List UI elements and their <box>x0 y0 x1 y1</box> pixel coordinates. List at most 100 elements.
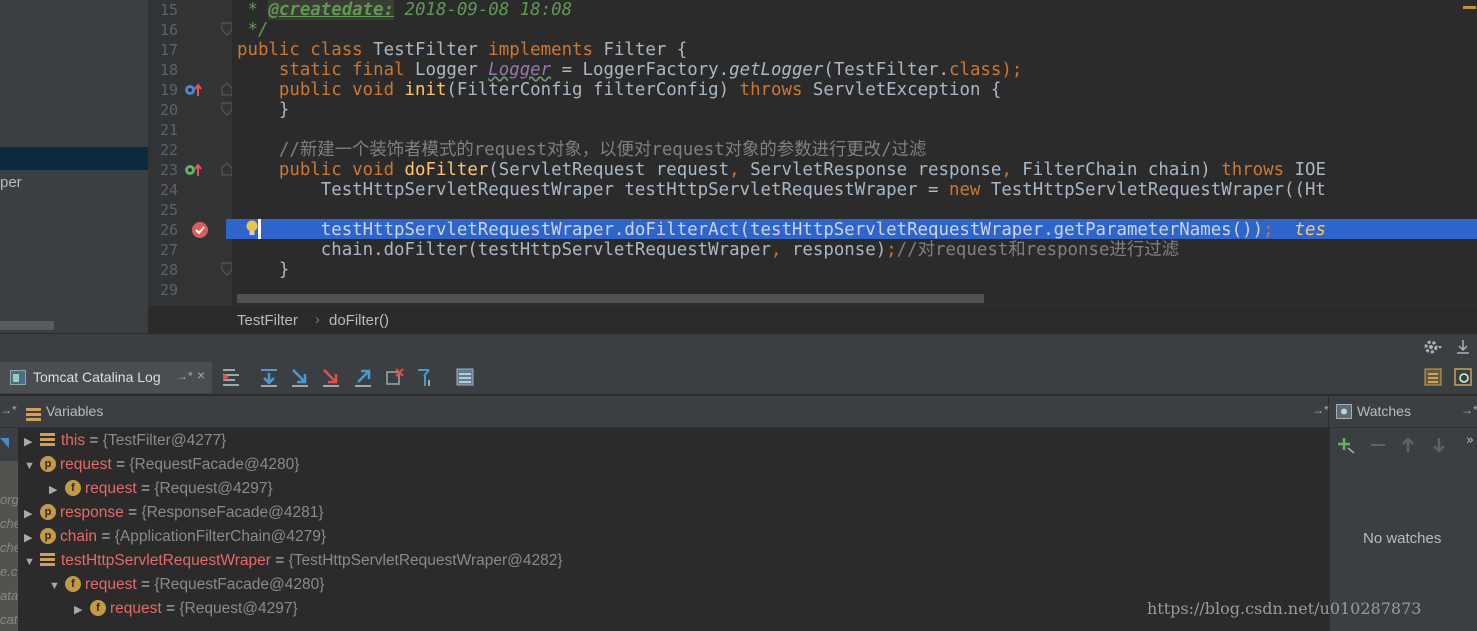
line-number: 18 <box>159 61 178 79</box>
code-line-22: //新建一个装饰者模式的request对象，以便对request对象的参数进行更… <box>237 140 927 160</box>
field-icon: f <box>65 479 81 496</box>
object-icon <box>40 553 55 567</box>
filter-icon[interactable] <box>0 438 9 448</box>
code-line-24: TestHttpServletRequestWraper testHttpSer… <box>237 180 1326 200</box>
variables-title: Variables <box>46 403 104 419</box>
variable-row-chain[interactable]: ▶ p chain = {ApplicationFilterChain@4279} <box>24 525 326 549</box>
hide-panel-icon[interactable] <box>1455 338 1471 356</box>
project-scrollbar[interactable] <box>0 321 54 330</box>
variable-row-wrapper-request-request[interactable]: ▶ f request = {Request@4297} <box>74 597 298 621</box>
breadcrumb-class[interactable]: TestFilter <box>237 312 298 329</box>
line-number: 23 <box>159 161 178 179</box>
remove-watch-icon[interactable] <box>1368 435 1388 455</box>
add-watch-icon[interactable] <box>1336 435 1356 455</box>
move-up-icon[interactable] <box>1400 435 1416 455</box>
variable-row-request-field[interactable]: ▶ f request = {Request@4297} <box>49 477 273 501</box>
watches-pin-icon[interactable]: →* <box>1461 403 1477 417</box>
variables-icon <box>26 405 41 421</box>
line-number: 27 <box>159 241 178 259</box>
no-watches-text: No watches <box>1363 530 1442 547</box>
expand-arrow-icon[interactable]: ▶ <box>24 502 38 526</box>
collapse-arrow-icon[interactable]: ▼ <box>24 550 38 574</box>
expand-arrow-icon[interactable]: ▶ <box>24 430 38 454</box>
line-number: 26 <box>159 221 178 239</box>
run-to-cursor-icon[interactable] <box>415 366 437 388</box>
debug-tool-window-header <box>0 333 1477 362</box>
watches-panel-header: Watches →* <box>1329 396 1477 428</box>
variable-row-response[interactable]: ▶ p response = {ResponseFacade@4281} <box>24 501 324 525</box>
parameter-icon: p <box>40 527 56 544</box>
line-number: 21 <box>159 121 178 139</box>
step-over-icon[interactable] <box>258 366 280 388</box>
collapse-arrow-icon[interactable]: ▼ <box>49 574 63 598</box>
variable-row-this[interactable]: ▶ this = {TestFilter@4277} <box>24 429 226 453</box>
line-number: 24 <box>159 181 178 199</box>
project-item-label[interactable]: per <box>0 174 22 191</box>
code-line-15: * @createdate: 2018-09-08 18:08 <box>237 0 573 20</box>
expand-arrow-icon[interactable]: ▶ <box>74 598 88 622</box>
code-line-20: } <box>237 100 290 120</box>
object-icon <box>40 433 55 447</box>
parameter-icon: p <box>40 503 56 520</box>
code-line-17: public class TestFilter implements Filte… <box>237 40 688 60</box>
line-number: 16 <box>159 21 178 39</box>
field-icon: f <box>90 599 106 616</box>
code-line-18: static final Logger Logger = LoggerFacto… <box>237 60 1023 80</box>
line-number: 20 <box>159 101 178 119</box>
expand-arrow-icon[interactable]: ▶ <box>24 526 38 550</box>
line-number: 17 <box>159 41 178 59</box>
code-line-27: chain.doFilter(testHttpServletRequestWra… <box>237 240 1179 260</box>
implements-marker-icon[interactable] <box>184 162 204 178</box>
parameter-icon: p <box>40 455 56 472</box>
variable-row-wrapper[interactable]: ▼ testHttpServletRequestWraper = {TestHtt… <box>24 549 563 573</box>
code-line-16: */ <box>237 20 269 40</box>
drop-frame-icon[interactable] <box>384 366 406 388</box>
gear-icon[interactable] <box>1423 338 1443 356</box>
evaluate-expression-icon[interactable] <box>454 366 476 388</box>
watermark: https://blog.csdn.net/u010287873 <box>1147 599 1422 618</box>
restore-layout-icon[interactable] <box>1422 366 1444 388</box>
variables-pin-icon[interactable]: →* <box>1312 403 1329 417</box>
pin-tab-icon[interactable]: →* <box>176 369 193 383</box>
variable-row-request[interactable]: ▼ p request = {RequestFacade@4280} <box>24 453 299 477</box>
log-console-icon <box>10 370 26 385</box>
breadcrumb-method[interactable]: doFilter() <box>329 312 389 329</box>
watches-icon <box>1336 404 1352 419</box>
breadcrumb: TestFilter › doFilter() <box>148 305 1477 334</box>
line-number: 25 <box>159 201 178 219</box>
variables-panel-header: →* Variables →* <box>0 396 1329 428</box>
breadcrumb-separator: › <box>315 311 320 328</box>
project-selected-item[interactable] <box>0 147 148 170</box>
code-line-28: } <box>237 260 290 280</box>
line-number: 15 <box>159 1 178 19</box>
variables-tree[interactable]: ▶ this = {TestFilter@4277} ▼ p request = {R… <box>18 428 1328 631</box>
line-number: 28 <box>159 261 178 279</box>
frames-pin-icon[interactable]: →* <box>0 403 17 417</box>
line-number: 22 <box>159 141 178 159</box>
more-icon[interactable]: » <box>1466 433 1474 448</box>
move-down-icon[interactable] <box>1431 435 1447 455</box>
tab-label: Tomcat Catalina Log <box>33 369 161 385</box>
code-line-26: testHttpServletRequestWraper.doFilterAct… <box>237 220 1326 240</box>
step-into-icon[interactable] <box>289 366 311 388</box>
step-out-icon[interactable] <box>352 366 374 388</box>
collapse-arrow-icon[interactable]: ▼ <box>24 454 38 478</box>
settings-frame-icon[interactable] <box>1452 366 1474 388</box>
show-execution-point-icon[interactable] <box>220 366 242 388</box>
code-line-23: public void doFilter(ServletRequest requ… <box>237 160 1326 180</box>
frames-panel-edge[interactable]: org che che e.c ata cat <box>0 428 18 631</box>
implements-marker-icon[interactable] <box>184 82 204 98</box>
error-stripe-marker[interactable] <box>1463 6 1476 9</box>
expand-arrow-icon[interactable]: ▶ <box>49 478 63 502</box>
variable-row-wrapper-request[interactable]: ▼ f request = {RequestFacade@4280} <box>49 573 324 597</box>
tab-tomcat-catalina-log[interactable]: Tomcat Catalina Log →* × <box>0 362 212 393</box>
force-step-into-icon[interactable] <box>320 366 342 388</box>
field-icon: f <box>65 575 81 592</box>
breakpoint-icon[interactable] <box>191 221 209 239</box>
line-number: 19 <box>159 81 178 99</box>
line-number: 29 <box>159 281 178 299</box>
close-tab-icon[interactable]: × <box>197 367 205 383</box>
code-line-19: public void init(FilterConfig filterConf… <box>237 80 1002 100</box>
frames-list[interactable]: org che che e.c ata cat <box>0 488 18 631</box>
editor-horizontal-scrollbar[interactable] <box>237 294 984 303</box>
